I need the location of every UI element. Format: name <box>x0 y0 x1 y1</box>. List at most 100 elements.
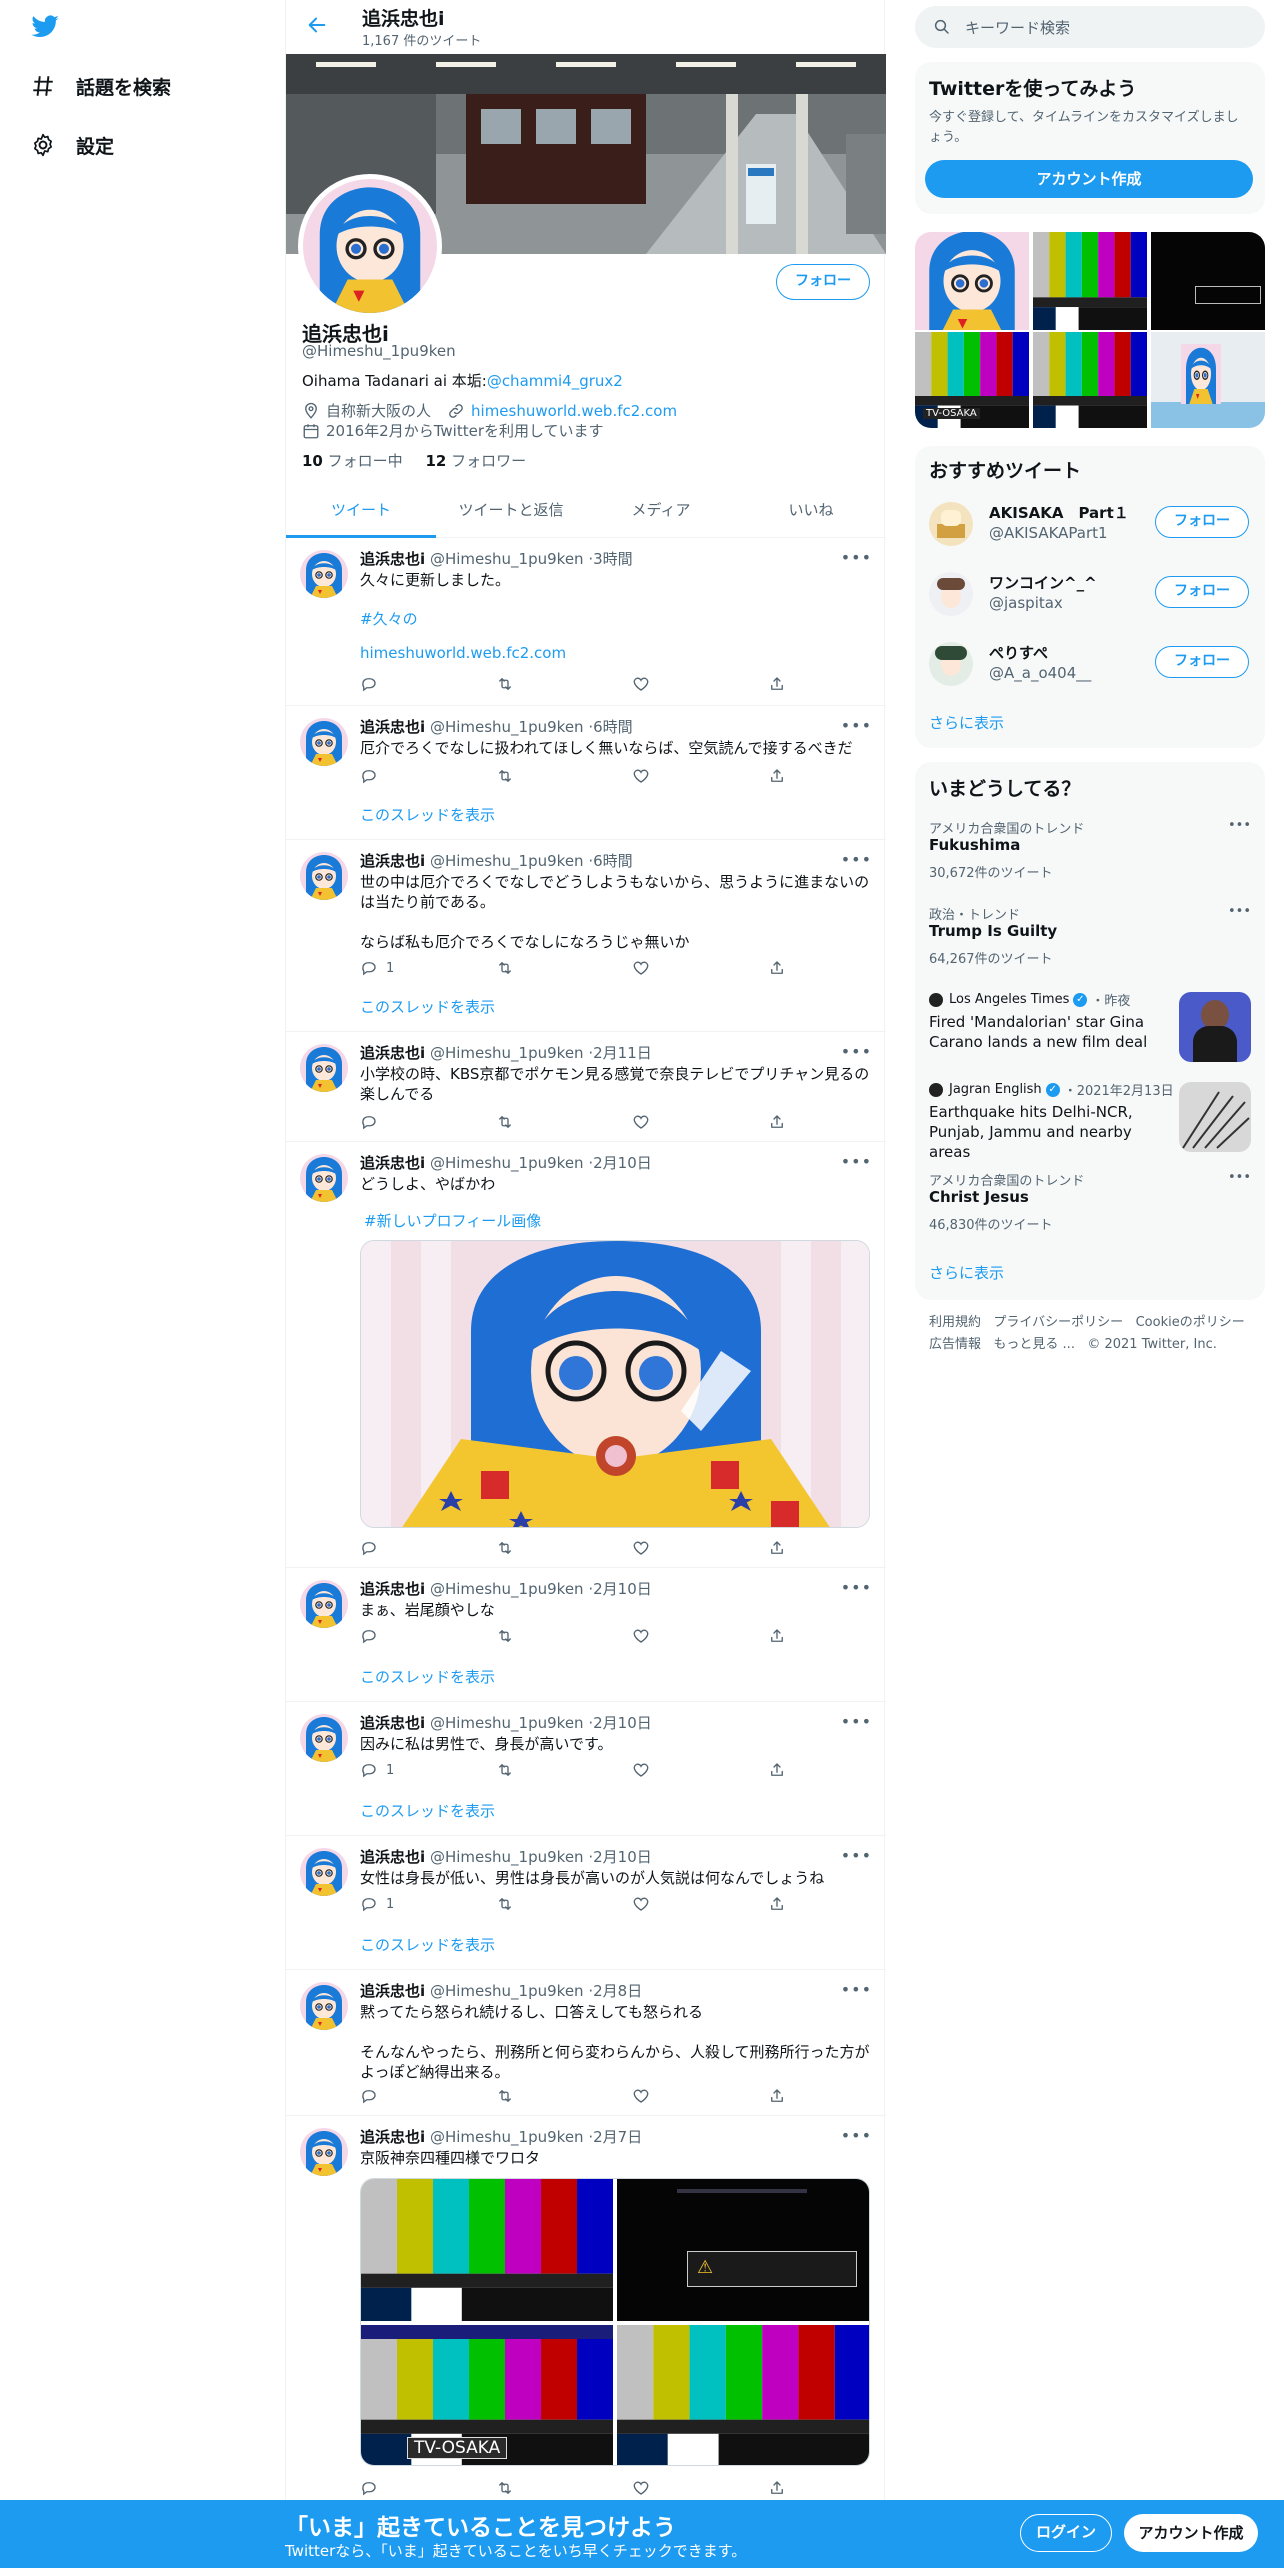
like-button[interactable] <box>632 1626 658 1646</box>
retweet-button[interactable] <box>496 1626 522 1646</box>
tweet-time[interactable]: 2月10日 <box>593 1154 652 1172</box>
show-thread-link[interactable]: このスレッドを表示 <box>360 804 495 825</box>
recommend-more-link[interactable]: さらに表示 <box>929 712 1004 733</box>
like-button[interactable] <box>632 2478 658 2498</box>
more-icon[interactable]: ••• <box>841 1042 872 1061</box>
tweet-author-name[interactable]: 追浜忠也i <box>360 550 425 568</box>
tweet-avatar[interactable] <box>300 1848 348 1896</box>
tweet[interactable]: 追浜忠也i @Himeshu_1pu9ken ·2月8日 ••• 黙ってたら怒ら… <box>286 1970 886 2116</box>
followers-link[interactable]: 12 フォロワー <box>425 452 526 470</box>
media-thumb[interactable] <box>915 232 1029 330</box>
retweet-button[interactable] <box>496 1760 522 1780</box>
tweet-avatar[interactable] <box>300 1154 348 1202</box>
tweet[interactable]: 追浜忠也i @Himeshu_1pu9ken ·2月7日 ••• 京阪神奈四種四… <box>286 2116 886 2516</box>
like-button[interactable] <box>632 2086 658 2106</box>
tweet-time[interactable]: 3時間 <box>593 550 633 568</box>
like-button[interactable] <box>632 958 658 978</box>
show-thread-link[interactable]: このスレッドを表示 <box>360 1800 495 1821</box>
login-button[interactable]: ログイン <box>1020 2514 1112 2552</box>
media-thumb[interactable] <box>1151 232 1265 330</box>
warning-screen-image[interactable]: ⚠ <box>617 2179 869 2321</box>
tweet[interactable]: 追浜忠也i @Himeshu_1pu9ken ·2月10日 ••• 因みに私は男… <box>286 1702 886 1836</box>
like-button[interactable] <box>632 1538 658 1558</box>
retweet-button[interactable] <box>496 1894 522 1914</box>
like-button[interactable] <box>632 1112 658 1132</box>
reply-button[interactable]: 1 <box>360 1760 394 1780</box>
share-button[interactable] <box>768 1538 794 1558</box>
tweet-author-name[interactable]: 追浜忠也i <box>360 2128 425 2146</box>
tweet-avatar[interactable] <box>300 2128 348 2176</box>
tweet[interactable]: 追浜忠也i @Himeshu_1pu9ken ·2月10日 ••• 女性は身長が… <box>286 1836 886 1970</box>
show-thread-link[interactable]: このスレッドを表示 <box>360 1666 495 1687</box>
tweet-image-grid[interactable]: ⚠ TV-OSAKA <box>360 2178 870 2466</box>
tweet[interactable]: 追浜忠也i @Himeshu_1pu9ken ·6時間 ••• 世の中は厄介でろ… <box>286 840 886 1032</box>
tweet-time[interactable]: 2月10日 <box>593 1580 652 1598</box>
tweet-author-name[interactable]: 追浜忠也i <box>360 1044 425 1062</box>
tweet-hashtag-link[interactable]: #新しいプロフィール画像 <box>364 1210 541 1231</box>
color-bars-image[interactable] <box>361 2179 613 2321</box>
tweet-handle[interactable]: @Himeshu_1pu9ken <box>430 1154 584 1172</box>
follow-button[interactable]: フォロー <box>776 264 870 300</box>
trend-item[interactable]: アメリカ合衆国のトレンド Christ Jesus 46,830件のツイート •… <box>915 1170 1265 1254</box>
like-button[interactable] <box>632 1760 658 1780</box>
tweet-author-name[interactable]: 追浜忠也i <box>360 718 425 736</box>
more-icon[interactable]: ••• <box>841 1578 872 1597</box>
more-icon[interactable]: ••• <box>1228 1170 1251 1185</box>
show-thread-link[interactable]: このスレッドを表示 <box>360 1934 495 1955</box>
retweet-button[interactable] <box>496 2086 522 2106</box>
show-thread-link[interactable]: このスレッドを表示 <box>360 996 495 1017</box>
tweet-author-name[interactable]: 追浜忠也i <box>360 1714 425 1732</box>
tweet[interactable]: 追浜忠也i @Himeshu_1pu9ken ·2月10日 ••• まぁ、岩尾顔… <box>286 1568 886 1702</box>
more-icon[interactable]: ••• <box>841 2126 872 2145</box>
more-icon[interactable]: ••• <box>841 548 872 567</box>
tv-osaka-image[interactable]: TV-OSAKA <box>361 2325 613 2465</box>
tweet-time[interactable]: 2月10日 <box>593 1848 652 1866</box>
cookie-link[interactable]: Cookieのポリシー <box>1136 1315 1245 1330</box>
share-button[interactable] <box>768 1760 794 1780</box>
profile-website-link[interactable]: himeshuworld.web.fc2.com <box>471 402 677 420</box>
retweet-button[interactable] <box>496 2478 522 2498</box>
nav-explore[interactable]: 話題を検索 <box>28 66 171 106</box>
color-bars-image[interactable] <box>617 2325 870 2466</box>
media-thumb[interactable] <box>1151 332 1265 428</box>
tab-tweets-replies[interactable]: ツイートと返信 <box>436 486 586 537</box>
tweet-handle[interactable]: @Himeshu_1pu9ken <box>430 550 584 568</box>
reply-button[interactable] <box>360 674 386 694</box>
tweet-time[interactable]: 2月8日 <box>593 1982 642 2000</box>
tweet-time[interactable]: 2月10日 <box>593 1714 652 1732</box>
tweet-handle[interactable]: @Himeshu_1pu9ken <box>430 2128 584 2146</box>
reply-button[interactable] <box>360 1538 386 1558</box>
share-button[interactable] <box>768 1894 794 1914</box>
reply-button[interactable] <box>360 766 386 786</box>
signup-button[interactable]: アカウント作成 <box>1124 2514 1258 2552</box>
tweet-time[interactable]: 2月11日 <box>593 1044 652 1062</box>
tweet-author-name[interactable]: 追浜忠也i <box>360 1982 425 2000</box>
create-account-button[interactable]: アカウント作成 <box>925 160 1253 198</box>
avatar[interactable] <box>929 642 973 686</box>
media-thumb[interactable] <box>1033 232 1147 330</box>
terms-link[interactable]: 利用規約 <box>929 1315 981 1330</box>
tweet-author-name[interactable]: 追浜忠也i <box>360 1580 425 1598</box>
trend-item[interactable]: アメリカ合衆国のトレンド Fukushima 30,672件のツイート ••• <box>915 818 1265 902</box>
tweet-avatar[interactable] <box>300 852 348 900</box>
share-button[interactable] <box>768 1112 794 1132</box>
reply-button[interactable] <box>360 2478 386 2498</box>
ads-link[interactable]: 広告情報 <box>929 1337 981 1352</box>
news-item[interactable]: Jagran English ✓ ・2021年2月13日 Earthquake … <box>915 1080 1265 1168</box>
tweet-handle[interactable]: @Himeshu_1pu9ken <box>430 852 584 870</box>
tweet-handle[interactable]: @Himeshu_1pu9ken <box>430 1982 584 2000</box>
tweet-author-name[interactable]: 追浜忠也i <box>360 1848 425 1866</box>
more-icon[interactable]: ••• <box>1228 904 1251 919</box>
follow-button[interactable]: フォロー <box>1155 576 1249 608</box>
tweet-avatar[interactable] <box>300 718 348 766</box>
tweet-handle[interactable]: @Himeshu_1pu9ken <box>430 1580 584 1598</box>
trends-more-link[interactable]: さらに表示 <box>929 1262 1004 1283</box>
tweet[interactable]: 追浜忠也i @Himeshu_1pu9ken ·2月11日 ••• 小学校の時、… <box>286 1032 886 1142</box>
tweet-avatar[interactable] <box>300 1580 348 1628</box>
retweet-button[interactable] <box>496 958 522 978</box>
tweet-image[interactable] <box>360 1240 870 1528</box>
share-button[interactable] <box>768 766 794 786</box>
tweet-author-name[interactable]: 追浜忠也i <box>360 1154 425 1172</box>
back-arrow-icon[interactable] <box>306 14 328 36</box>
reply-button[interactable]: 1 <box>360 1894 394 1914</box>
